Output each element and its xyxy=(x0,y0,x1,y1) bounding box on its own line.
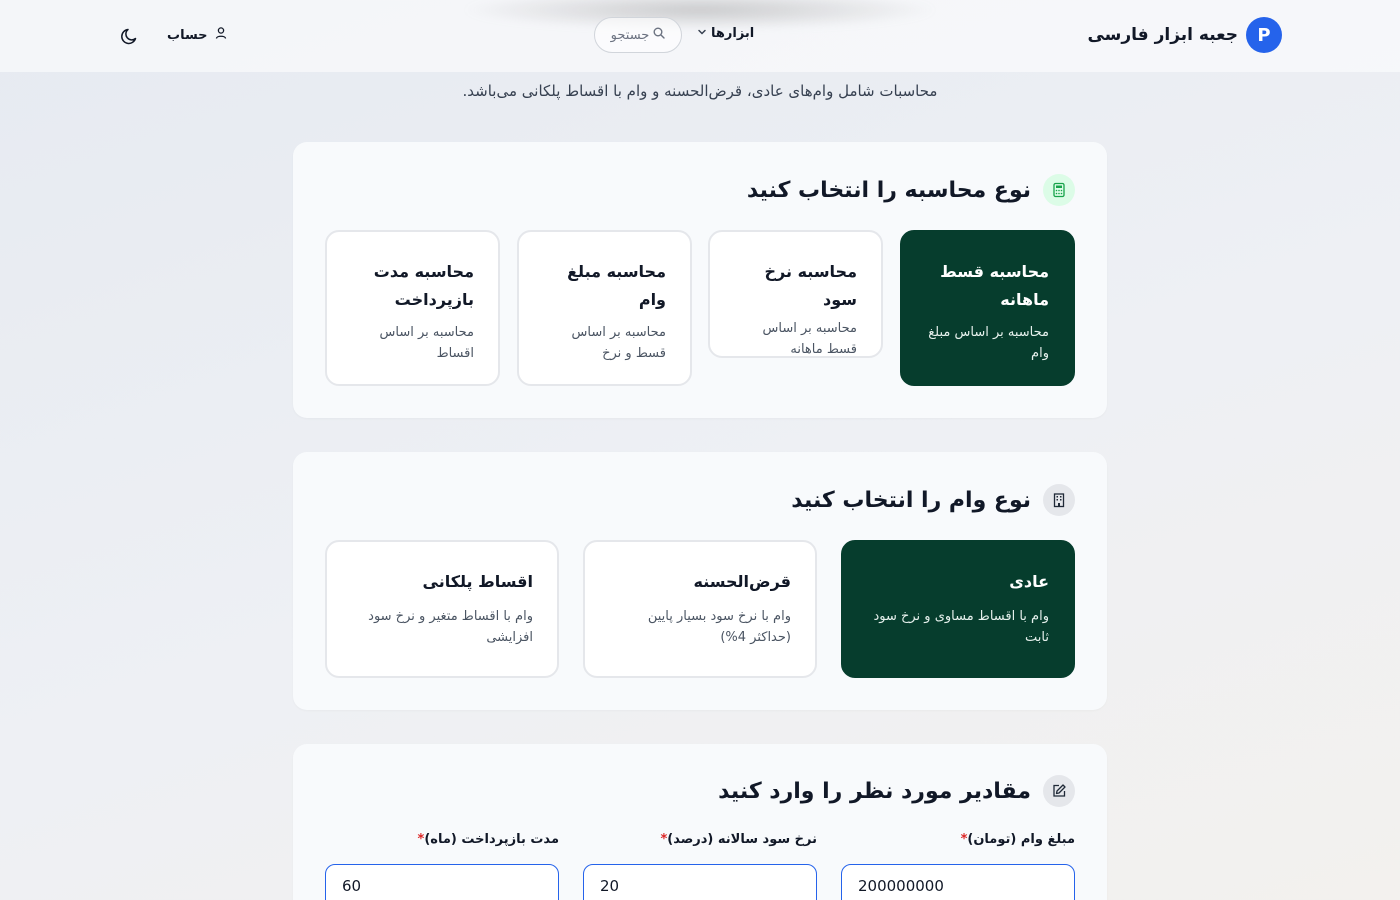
loan-option-stepped[interactable]: اقساط پلکانی وام با اقساط متغیر و نرخ سو… xyxy=(325,540,559,678)
interest-rate-label: نرخ سود سالانه (درصد)* xyxy=(660,832,817,847)
repayment-period-label: مدت بازپرداخت (ماه)* xyxy=(418,832,559,847)
loan-type-title: نوع وام را انتخاب کنید xyxy=(791,487,1031,513)
building-icon xyxy=(1043,484,1075,516)
search-placeholder: جستجو xyxy=(610,27,650,43)
loan-option-regular[interactable]: عادی وام با اقساط مساوی و نرخ سود ثابت xyxy=(841,540,1075,678)
tools-menu-label: ابزارها xyxy=(711,26,755,41)
calc-option-repayment-period[interactable]: محاسبه مدت بازپرداخت محاسبه بر اساس اقسا… xyxy=(325,230,500,386)
inputs-heading: مقادیر مورد نظر را وارد کنید xyxy=(718,775,1075,807)
search-input[interactable]: جستجو xyxy=(594,17,682,53)
user-icon xyxy=(214,26,228,44)
calculator-icon xyxy=(1043,174,1075,206)
account-label: حساب xyxy=(167,27,208,43)
option-desc: وام با نرخ سود بسیار پایین (حداکثر 4%) xyxy=(647,609,791,645)
intro-text: محاسبات شامل وام‌های عادی، قرض‌الحسنه و … xyxy=(462,82,938,100)
option-desc: محاسبه بر اساس قسط و نرخ xyxy=(571,325,667,361)
option-title: اقساط پلکانی xyxy=(422,572,533,591)
option-desc: محاسبه بر اساس اقساط xyxy=(379,325,475,361)
account-button[interactable]: حساب xyxy=(167,26,228,44)
brand-name: جعبه ابزار فارسی xyxy=(1087,25,1238,45)
interest-rate-input[interactable]: 20 xyxy=(583,864,817,900)
calc-option-interest-rate[interactable]: محاسبه نرخ سود محاسبه بر اساس قسط ماهانه xyxy=(708,230,883,358)
option-title: قرض‌الحسنه xyxy=(693,572,792,591)
option-title: محاسبه قسط ماهانه xyxy=(940,262,1049,309)
calc-type-card: نوع محاسبه را انتخاب کنید محاسبه قسط ماه… xyxy=(293,142,1107,418)
loan-option-gharzolhasaneh[interactable]: قرض‌الحسنه وام با نرخ سود بسیار پایین (ح… xyxy=(583,540,817,678)
inputs-title: مقادیر مورد نظر را وارد کنید xyxy=(718,778,1031,804)
loan-type-heading: نوع وام را انتخاب کنید xyxy=(791,484,1075,516)
option-title: محاسبه مدت بازپرداخت xyxy=(373,262,474,309)
edit-icon xyxy=(1043,775,1075,807)
search-icon xyxy=(653,27,666,43)
inputs-card: مقادیر مورد نظر را وارد کنید مبلغ وام (ت… xyxy=(293,744,1107,900)
label-text: مبلغ وام (تومان) xyxy=(967,832,1075,847)
option-title: عادی xyxy=(1009,572,1049,591)
option-title: محاسبه مبلغ وام xyxy=(567,262,666,309)
repayment-period-input[interactable]: 60 xyxy=(325,864,559,900)
option-desc: محاسبه بر اساس مبلغ وام xyxy=(928,325,1049,361)
calc-option-loan-amount[interactable]: محاسبه مبلغ وام محاسبه بر اساس قسط و نرخ xyxy=(517,230,692,386)
brand[interactable]: P جعبه ابزار فارسی xyxy=(1087,17,1282,53)
option-desc: محاسبه بر اساس قسط ماهانه xyxy=(762,321,858,357)
calc-option-monthly-installment[interactable]: محاسبه قسط ماهانه محاسبه بر اساس مبلغ وا… xyxy=(900,230,1075,386)
loan-amount-input[interactable]: 200000000 xyxy=(841,864,1075,900)
loan-amount-label: مبلغ وام (تومان)* xyxy=(961,832,1075,847)
calc-type-title: نوع محاسبه را انتخاب کنید xyxy=(746,177,1031,203)
site-header: P جعبه ابزار فارسی ابزارها جستجو حساب xyxy=(0,0,1400,72)
calc-type-heading: نوع محاسبه را انتخاب کنید xyxy=(747,174,1075,206)
label-text: مدت بازپرداخت (ماه) xyxy=(424,832,559,847)
label-text: نرخ سود سالانه (درصد) xyxy=(667,832,817,847)
tools-menu[interactable]: ابزارها xyxy=(697,26,754,41)
option-desc: وام با اقساط مساوی و نرخ سود ثابت xyxy=(873,609,1049,645)
moon-icon[interactable] xyxy=(120,26,140,46)
option-desc: وام با اقساط متغیر و نرخ سود افزایشی xyxy=(368,609,533,645)
brand-logo-icon: P xyxy=(1246,17,1282,53)
option-title: محاسبه نرخ سود xyxy=(764,262,857,309)
chevron-down-icon xyxy=(697,27,707,40)
loan-type-card: نوع وام را انتخاب کنید عادی وام با اقساط… xyxy=(293,452,1107,710)
